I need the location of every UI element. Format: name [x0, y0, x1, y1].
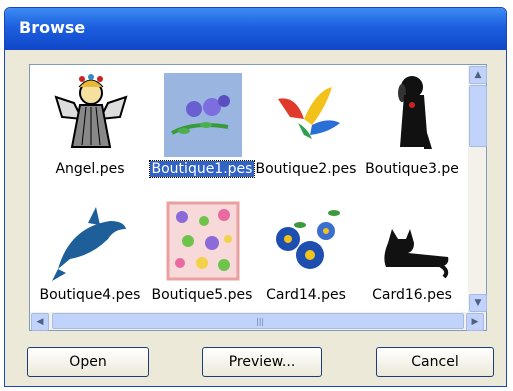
file-item-card16[interactable]: Card16.pes [356, 193, 462, 313]
scroll-down-button[interactable]: ▼ [469, 294, 487, 312]
file-name-label: Angel.pes [55, 161, 125, 177]
file-name-label: Boutique3.pe [365, 161, 459, 177]
file-browser-panel: Angel.pes Boutique1.pes Boutique2.pes Bo… [29, 64, 487, 331]
cancel-button[interactable]: Cancel [376, 347, 494, 377]
file-item-boutique3[interactable]: Boutique3.pe [356, 67, 462, 187]
file-item-boutique1[interactable]: Boutique1.pes [146, 67, 258, 187]
horizontal-scroll-thumb[interactable]: ||| [52, 313, 464, 329]
window-title: Browse [19, 18, 86, 37]
file-item-boutique4[interactable]: Boutique4.pes [34, 193, 146, 313]
file-name-label: Card16.pes [372, 287, 452, 303]
blue-flowers-embroidery-icon [268, 199, 346, 283]
flowers-embroidery-icon [164, 73, 242, 157]
file-item-boutique5[interactable]: Boutique5.pes [146, 193, 258, 313]
vertical-scrollbar[interactable]: ▲ ▼ [468, 65, 487, 313]
scroll-left-button[interactable]: ◀ [31, 313, 49, 331]
file-item-angel[interactable]: Angel.pes [34, 67, 146, 187]
thumbnail-grid: Angel.pes Boutique1.pes Boutique2.pes Bo… [30, 65, 462, 313]
file-name-label: Boutique5.pes [151, 287, 253, 303]
file-name-label: Card14.pes [266, 287, 346, 303]
file-name-label: Boutique2.pes [255, 161, 357, 177]
open-button[interactable]: Open [27, 347, 149, 377]
bird-embroidery-icon [268, 73, 346, 157]
cat-embroidery-icon [374, 199, 452, 283]
angel-embroidery-icon [52, 73, 130, 157]
file-name-label: Boutique1.pes [148, 160, 256, 178]
vertical-scroll-thumb[interactable] [469, 85, 487, 147]
file-item-card14[interactable]: Card14.pes [250, 193, 362, 313]
grip-icon: ||| [256, 317, 265, 326]
scroll-right-button[interactable]: ▶ [466, 313, 484, 331]
dog-embroidery-icon [374, 73, 452, 157]
browse-dialog: Browse Angel.pes Boutique1.pes Boutique2… [4, 7, 507, 387]
file-name-label: Boutique4.pes [39, 287, 141, 303]
scroll-up-button[interactable]: ▲ [469, 66, 487, 84]
floral-pattern-embroidery-icon [164, 199, 242, 283]
preview-button[interactable]: Preview... [202, 347, 322, 377]
horizontal-scrollbar[interactable]: ◀ ||| ▶ [30, 312, 486, 331]
title-bar[interactable]: Browse [5, 8, 506, 50]
dolphin-embroidery-icon [52, 199, 130, 283]
file-item-boutique2[interactable]: Boutique2.pes [250, 67, 362, 187]
